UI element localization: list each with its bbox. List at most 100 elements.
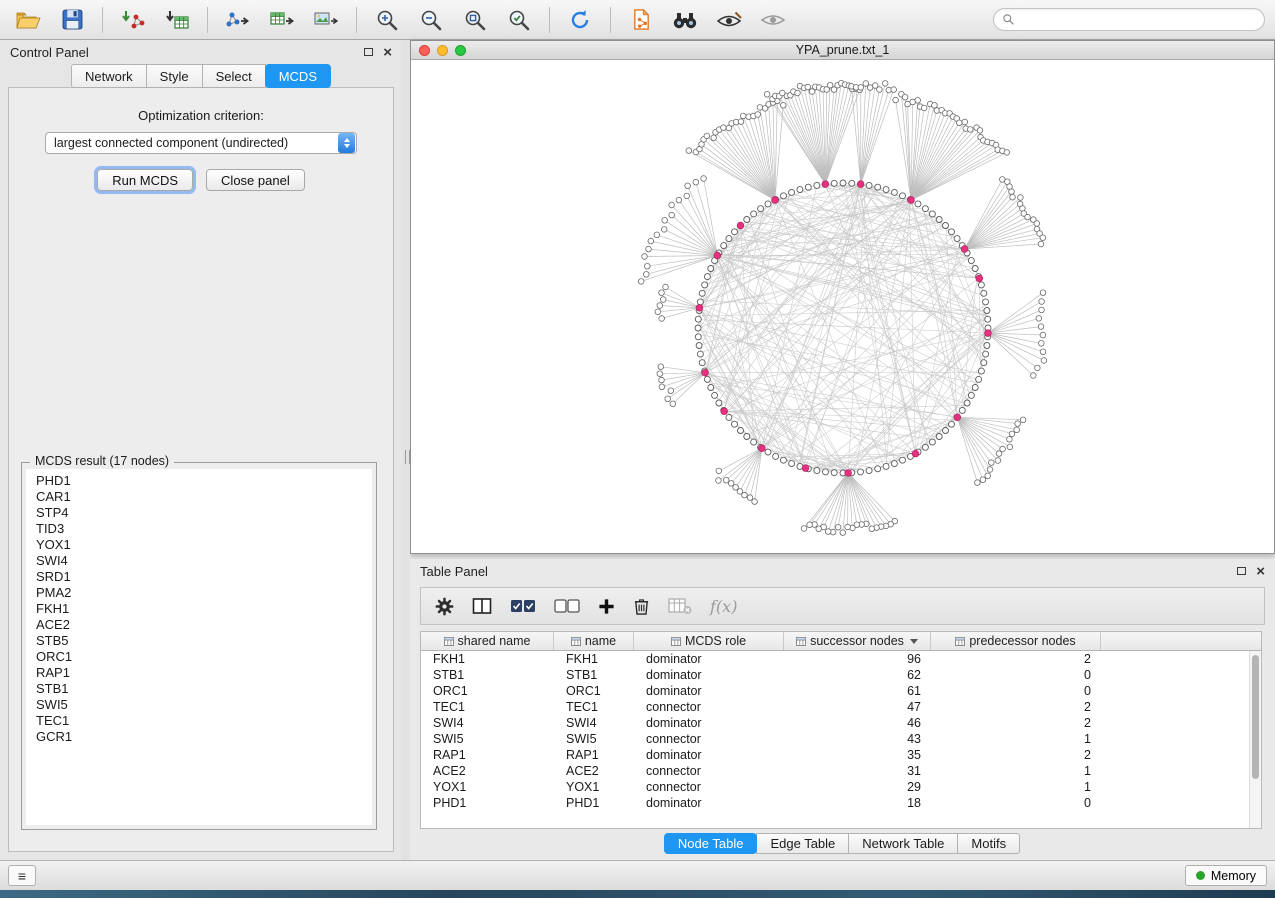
mcds-result-item[interactable]: TID3 bbox=[26, 521, 372, 537]
show-column-panel-button[interactable] bbox=[472, 597, 492, 615]
table-cell: SWI5 bbox=[554, 731, 634, 747]
deselect-all-columns-button[interactable] bbox=[554, 598, 580, 614]
criterion-dropdown[interactable]: largest connected component (undirected) bbox=[45, 132, 357, 154]
tab-mcds[interactable]: MCDS bbox=[265, 64, 331, 88]
table-row[interactable]: ACE2ACE2connector311 bbox=[421, 763, 1261, 779]
mcds-result-list[interactable]: PHD1CAR1STP4TID3YOX1SWI4SRD1PMA2FKH1ACE2… bbox=[26, 469, 372, 825]
mcds-result-item[interactable]: PMA2 bbox=[26, 585, 372, 601]
table-settings-button[interactable] bbox=[435, 597, 454, 616]
table-row[interactable]: SWI5SWI5connector431 bbox=[421, 731, 1261, 747]
toolbar-divider bbox=[610, 7, 611, 33]
table-cell: connector bbox=[634, 731, 784, 747]
column-type-icon bbox=[671, 637, 681, 646]
table-cell: connector bbox=[634, 763, 784, 779]
column-header-predecessor-nodes[interactable]: predecessor nodes bbox=[931, 632, 1101, 650]
float-table-panel-icon[interactable] bbox=[1237, 567, 1246, 575]
import-table-button[interactable] bbox=[159, 5, 195, 35]
table-row[interactable]: RAP1RAP1dominator352 bbox=[421, 747, 1261, 763]
column-header-label: MCDS role bbox=[685, 634, 746, 648]
column-header-label: successor nodes bbox=[810, 634, 904, 648]
run-mcds-button[interactable]: Run MCDS bbox=[97, 169, 193, 191]
panel-splitter[interactable] bbox=[402, 40, 410, 860]
tab-select[interactable]: Select bbox=[202, 64, 266, 88]
create-column-button[interactable] bbox=[598, 598, 615, 615]
table-cell: dominator bbox=[634, 651, 784, 667]
network-window: YPA_prune.txt_1 bbox=[410, 40, 1275, 554]
mcds-result-item[interactable]: SWI5 bbox=[26, 697, 372, 713]
table-scrollbar[interactable] bbox=[1249, 651, 1261, 828]
open-folder-icon bbox=[15, 9, 41, 31]
zoom-in-button[interactable] bbox=[369, 5, 405, 35]
table-row[interactable]: TEC1TEC1connector472 bbox=[421, 699, 1261, 715]
close-mcds-panel-button[interactable]: Close panel bbox=[206, 169, 305, 191]
export-table-button[interactable] bbox=[264, 5, 300, 35]
mcds-result-item[interactable]: TEC1 bbox=[26, 713, 372, 729]
search-network-button[interactable] bbox=[667, 5, 703, 35]
table-row[interactable]: PHD1PHD1dominator180 bbox=[421, 795, 1261, 811]
table-row[interactable]: YOX1YOX1connector291 bbox=[421, 779, 1261, 795]
select-all-columns-button[interactable] bbox=[510, 598, 536, 614]
tab-edge-table[interactable]: Edge Table bbox=[756, 833, 849, 854]
export-network-button[interactable] bbox=[220, 5, 256, 35]
close-table-panel-icon[interactable]: × bbox=[1256, 564, 1265, 579]
open-button[interactable] bbox=[10, 5, 46, 35]
mcds-result-item[interactable]: YOX1 bbox=[26, 537, 372, 553]
network-window-titlebar[interactable]: YPA_prune.txt_1 bbox=[411, 41, 1274, 60]
table-row[interactable]: SWI4SWI4dominator462 bbox=[421, 715, 1261, 731]
zoom-selected-button[interactable] bbox=[501, 5, 537, 35]
search-box[interactable] bbox=[993, 8, 1265, 31]
refresh-button[interactable] bbox=[562, 5, 598, 35]
unchecked-boxes-icon bbox=[554, 598, 580, 614]
zoom-fit-button[interactable] bbox=[457, 5, 493, 35]
column-header-successor-nodes[interactable]: successor nodes bbox=[784, 632, 931, 650]
mcds-result-item[interactable]: ORC1 bbox=[26, 649, 372, 665]
zoom-fit-icon bbox=[463, 8, 487, 32]
export-image-button[interactable] bbox=[308, 5, 344, 35]
table-row[interactable]: ORC1ORC1dominator610 bbox=[421, 683, 1261, 699]
mcds-result-item[interactable]: STB1 bbox=[26, 681, 372, 697]
mcds-result-item[interactable]: PHD1 bbox=[26, 473, 372, 489]
column-header-shared-name[interactable]: shared name bbox=[421, 632, 554, 650]
table-cell: 1 bbox=[931, 779, 1101, 795]
mcds-result-item[interactable]: STB5 bbox=[26, 633, 372, 649]
node-table: shared name name MCDS role successor nod… bbox=[420, 631, 1262, 829]
annotation-visibility-button[interactable] bbox=[711, 5, 747, 35]
tab-motifs[interactable]: Motifs bbox=[957, 833, 1020, 854]
mcds-result-item[interactable]: FKH1 bbox=[26, 601, 372, 617]
tab-node-table[interactable]: Node Table bbox=[664, 833, 758, 854]
mcds-result-item[interactable]: STP4 bbox=[26, 505, 372, 521]
share-document-button[interactable] bbox=[623, 5, 659, 35]
delete-table-button[interactable] bbox=[668, 597, 692, 615]
table-row[interactable]: STB1STB1dominator620 bbox=[421, 667, 1261, 683]
mcds-result-item[interactable]: RAP1 bbox=[26, 665, 372, 681]
delete-column-button[interactable] bbox=[633, 597, 650, 616]
scrollbar-thumb[interactable] bbox=[1252, 655, 1259, 779]
mcds-result-item[interactable]: SRD1 bbox=[26, 569, 372, 585]
network-view-canvas[interactable] bbox=[411, 60, 1274, 553]
column-header-name[interactable]: name bbox=[554, 632, 634, 650]
mcds-result-item[interactable]: SWI4 bbox=[26, 553, 372, 569]
panel-menu-button[interactable]: ≡ bbox=[8, 865, 36, 886]
show-hide-button[interactable] bbox=[755, 5, 791, 35]
sort-caret-icon bbox=[910, 639, 918, 644]
table-cell: 61 bbox=[784, 683, 931, 699]
tab-style[interactable]: Style bbox=[146, 64, 203, 88]
tab-network[interactable]: Network bbox=[71, 64, 147, 88]
toolbar-divider bbox=[207, 7, 208, 33]
zoom-out-button[interactable] bbox=[413, 5, 449, 35]
mcds-result-item[interactable]: CAR1 bbox=[26, 489, 372, 505]
list-icon: ≡ bbox=[18, 868, 26, 884]
float-panel-icon[interactable] bbox=[364, 48, 373, 56]
save-button[interactable] bbox=[54, 5, 90, 35]
table-cell: 2 bbox=[931, 747, 1101, 763]
function-builder-button[interactable]: f(x) bbox=[710, 597, 737, 616]
close-panel-icon[interactable]: × bbox=[383, 45, 392, 60]
table-row[interactable]: FKH1FKH1dominator962 bbox=[421, 651, 1261, 667]
mcds-result-item[interactable]: GCR1 bbox=[26, 729, 372, 745]
mcds-result-item[interactable]: ACE2 bbox=[26, 617, 372, 633]
import-network-button[interactable] bbox=[115, 5, 151, 35]
search-input[interactable] bbox=[1020, 13, 1256, 27]
tab-network-table[interactable]: Network Table bbox=[848, 833, 958, 854]
column-header-MCDS-role[interactable]: MCDS role bbox=[634, 632, 784, 650]
memory-button[interactable]: Memory bbox=[1185, 865, 1267, 886]
